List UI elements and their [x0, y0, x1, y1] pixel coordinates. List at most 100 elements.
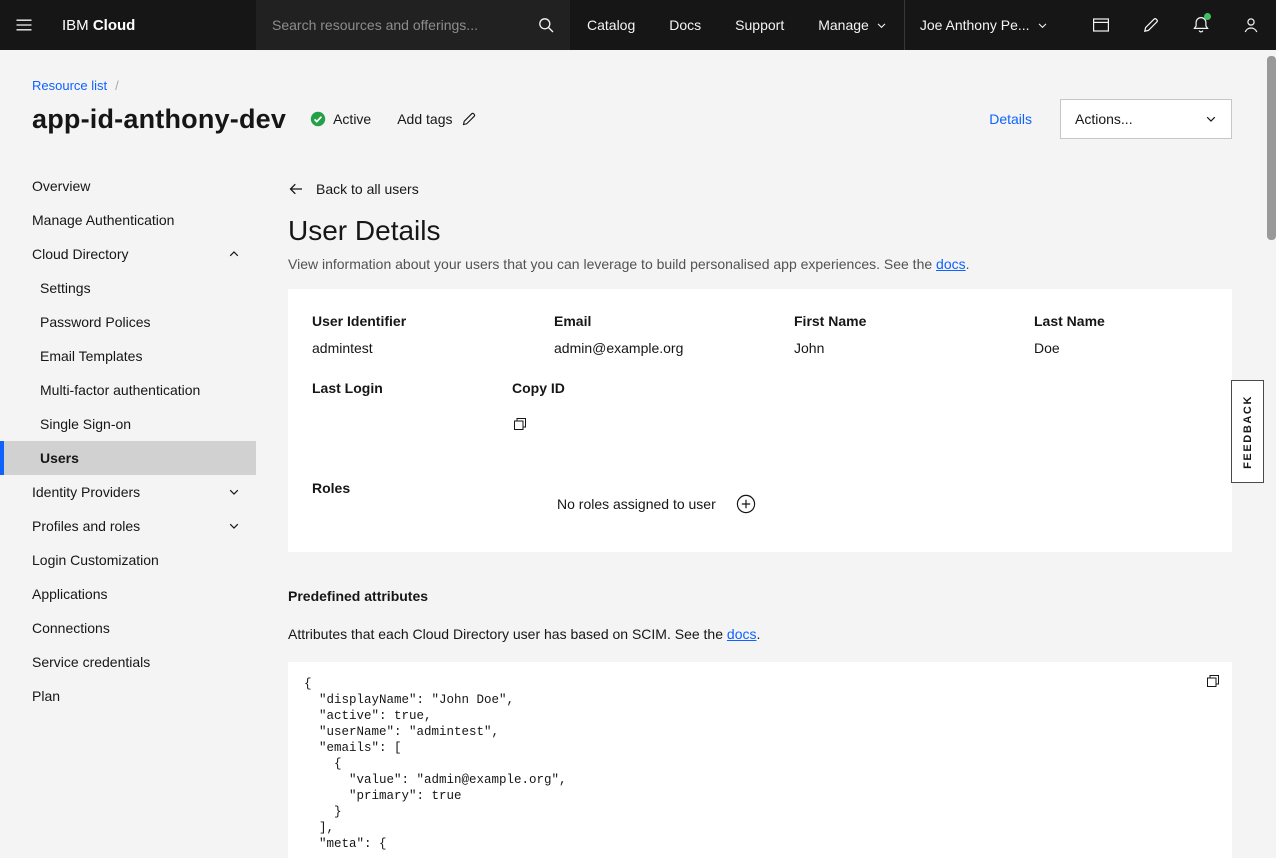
roles-label: Roles	[312, 480, 557, 514]
predefined-description-text: Attributes that each Cloud Directory use…	[288, 626, 727, 642]
sidebar-item-identity-providers[interactable]: Identity Providers	[0, 475, 256, 509]
sidebar-item-label: Multi-factor authentication	[40, 382, 200, 398]
brand-ibm: IBM	[62, 17, 89, 34]
predefined-description-period: .	[756, 626, 760, 642]
nav-catalog[interactable]: Catalog	[570, 0, 652, 50]
header-search	[256, 0, 570, 50]
user-details-title: User Details	[288, 213, 1232, 249]
sidebar-item-label: Login Customization	[32, 552, 159, 568]
docs-link-2[interactable]: docs	[727, 626, 757, 642]
scim-json-code: { "displayName": "John Doe", "active": t…	[304, 676, 1184, 852]
email-label: Email	[554, 313, 794, 329]
last-login-label: Last Login	[312, 380, 512, 396]
hamburger-menu-button[interactable]	[0, 0, 48, 50]
sidebar-nav: Overview Manage Authentication Cloud Dir…	[0, 169, 256, 713]
sidebar-item-multi-factor-authentication[interactable]: Multi-factor authentication	[0, 373, 256, 407]
chevron-up-icon	[228, 248, 240, 260]
sidebar-item-label: Identity Providers	[32, 484, 140, 500]
description-period: .	[966, 256, 970, 272]
predefined-attributes-title: Predefined attributes	[288, 588, 1232, 604]
sidebar-item-password-polices[interactable]: Password Polices	[0, 305, 256, 339]
roles-row: Roles No roles assigned to user	[312, 480, 1208, 514]
sidebar-item-label: Email Templates	[40, 348, 142, 364]
nav-manage[interactable]: Manage	[801, 0, 904, 50]
ibm-cloud-logo[interactable]: IBM Cloud	[48, 17, 256, 34]
chevron-down-icon	[228, 486, 240, 498]
add-role-button[interactable]	[736, 494, 756, 514]
add-icon	[736, 494, 756, 514]
notifications-button[interactable]	[1176, 0, 1226, 50]
sidebar-item-plan[interactable]: Plan	[0, 679, 256, 713]
user-account-menu[interactable]: Joe Anthony Pe...	[904, 0, 1063, 50]
edit-button[interactable]	[1126, 0, 1176, 50]
last-name-value: Doe	[1034, 340, 1208, 356]
title-row: app-id-anthony-dev Active Add tags Detai…	[32, 99, 1232, 139]
actions-dropdown[interactable]: Actions...	[1060, 99, 1232, 139]
content-area: Overview Manage Authentication Cloud Dir…	[0, 169, 1276, 858]
sidebar-item-connections[interactable]: Connections	[0, 611, 256, 645]
search-icon	[537, 16, 555, 34]
feedback-tab[interactable]: FEEDBACK	[1231, 380, 1264, 483]
docs-link[interactable]: docs	[936, 256, 966, 272]
user-avatar-icon	[1241, 15, 1261, 35]
first-name-value: John	[794, 340, 1034, 356]
breadcrumb: Resource list /	[32, 78, 1232, 93]
header-nav: Catalog Docs Support Manage Joe Anthony …	[570, 0, 1063, 50]
details-link[interactable]: Details	[989, 111, 1032, 127]
nav-manage-label: Manage	[818, 17, 869, 33]
status-badge: Active	[310, 111, 371, 127]
sidebar-item-overview[interactable]: Overview	[0, 169, 256, 203]
first-name-label: First Name	[794, 313, 1034, 329]
sidebar-item-settings[interactable]: Settings	[0, 271, 256, 305]
chevron-down-icon	[228, 520, 240, 532]
sidebar-item-cloud-directory[interactable]: Cloud Directory	[0, 237, 256, 271]
sidebar-item-email-templates[interactable]: Email Templates	[0, 339, 256, 373]
nav-docs[interactable]: Docs	[652, 0, 718, 50]
search-button[interactable]	[522, 0, 570, 50]
predefined-description: Attributes that each Cloud Directory use…	[288, 626, 1232, 642]
copy-id-button[interactable]	[512, 416, 528, 432]
sidebar-item-single-sign-on[interactable]: Single Sign-on	[0, 407, 256, 441]
page-header: Resource list / app-id-anthony-dev Activ…	[0, 50, 1276, 139]
sidebar-item-label: Manage Authentication	[32, 212, 174, 228]
sidebar-item-profiles-and-roles[interactable]: Profiles and roles	[0, 509, 256, 543]
sidebar-item-label: Plan	[32, 688, 60, 704]
sidebar-item-label: Overview	[32, 178, 90, 194]
sidebar-item-label: Settings	[40, 280, 91, 296]
sidebar-item-users[interactable]: Users	[0, 441, 256, 475]
nav-support[interactable]: Support	[718, 0, 801, 50]
add-tags-button[interactable]: Add tags	[397, 111, 477, 127]
sidebar-item-label: Service credentials	[32, 654, 150, 670]
sidebar-item-label: Cloud Directory	[32, 246, 128, 262]
window-button[interactable]	[1076, 0, 1126, 50]
breadcrumb-resource-list[interactable]: Resource list	[32, 78, 107, 93]
sidebar-item-label: Applications	[32, 586, 108, 602]
chevron-down-icon	[1205, 113, 1217, 125]
sidebar-item-applications[interactable]: Applications	[0, 577, 256, 611]
copy-icon	[1205, 673, 1221, 689]
scim-code-card: { "displayName": "John Doe", "active": t…	[288, 662, 1232, 858]
copy-code-button[interactable]	[1205, 673, 1221, 689]
copy-icon	[512, 416, 528, 432]
profile-button[interactable]	[1226, 0, 1276, 50]
sidebar-item-label: Password Polices	[40, 314, 151, 330]
main-content: Back to all users User Details View info…	[256, 169, 1276, 858]
arrow-left-icon	[288, 181, 304, 197]
breadcrumb-separator: /	[115, 78, 119, 93]
user-identifier-label: User Identifier	[312, 313, 554, 329]
user-details-description: View information about your users that y…	[288, 255, 1232, 273]
chevron-down-icon	[1037, 20, 1048, 31]
feedback-label: FEEDBACK	[1242, 395, 1254, 469]
chevron-down-icon	[876, 20, 887, 31]
sidebar-item-login-customization[interactable]: Login Customization	[0, 543, 256, 577]
back-to-all-users-link[interactable]: Back to all users	[288, 179, 419, 199]
search-input[interactable]	[256, 0, 522, 50]
active-check-icon	[310, 111, 326, 127]
user-info-row-2: Last Login Copy ID	[312, 380, 1208, 432]
user-identifier-value: admintest	[312, 340, 554, 356]
scrollbar-thumb[interactable]	[1267, 56, 1276, 240]
copy-id-label: Copy ID	[512, 380, 565, 396]
sidebar-item-manage-authentication[interactable]: Manage Authentication	[0, 203, 256, 237]
sidebar-item-service-credentials[interactable]: Service credentials	[0, 645, 256, 679]
brand-cloud: Cloud	[93, 17, 136, 34]
